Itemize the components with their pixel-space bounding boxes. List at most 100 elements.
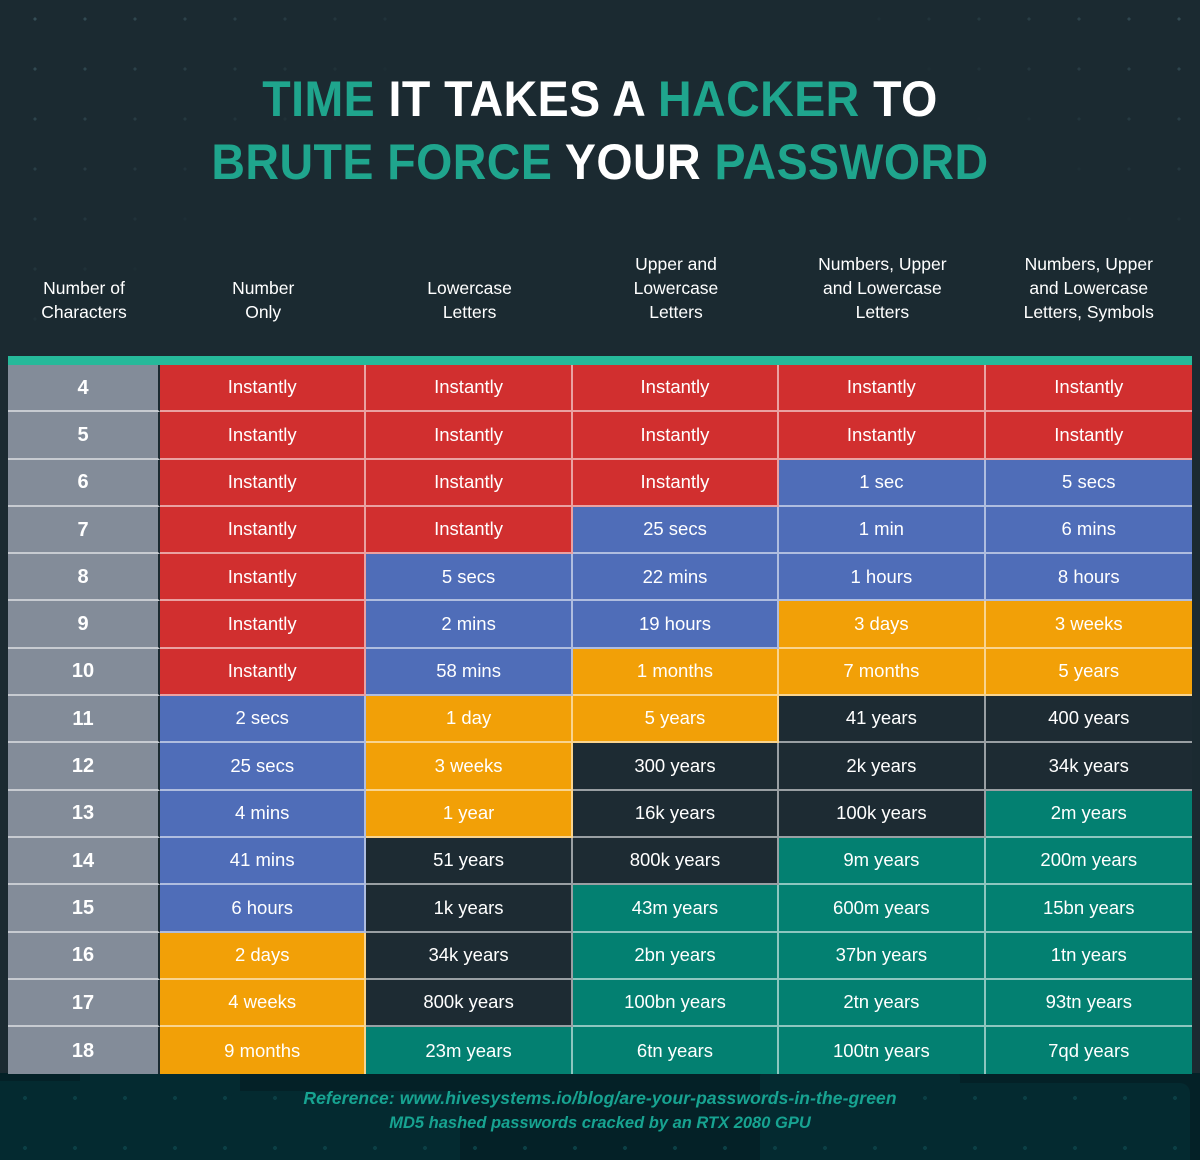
- character-count-cell: 7: [8, 506, 160, 555]
- crack-time-cell: 5 years: [572, 696, 780, 744]
- crack-time-cell: Instantly: [366, 459, 573, 507]
- table-header-row: Number of Characters Number Only Lowercase Le…: [8, 252, 1192, 324]
- table-row: 11 2 secs 1 day 5 years 41 years 400 years: [8, 696, 1192, 744]
- character-count-cell: 15: [8, 885, 160, 933]
- crack-time-cell: Instantly: [572, 365, 780, 413]
- infographic-root: TIME IT TAKES A HACKER TO BRUTE FORCE YO…: [0, 0, 1200, 1160]
- table-top-accent-bar: [8, 356, 1192, 365]
- crack-time-cell: 3 weeks: [366, 743, 573, 791]
- crack-time-cell: 5 secs: [985, 459, 1192, 507]
- crack-time-cell: 93tn years: [985, 979, 1192, 1028]
- title-word: YOUR: [564, 134, 715, 190]
- column-header-4: Numbers, Upper and Lowercase Letters: [779, 252, 985, 324]
- crack-time-cell: Instantly: [160, 554, 367, 602]
- crack-time-cell: 22 mins: [572, 554, 780, 602]
- table-row: 17 4 weeks 800k years 100bn years 2tn years 9…: [8, 979, 1192, 1028]
- column-header-line: Numbers, Upper: [818, 254, 947, 274]
- table-body: 4 Instantly Instantly Instantly Instantly Ins…: [8, 365, 1192, 1075]
- crack-time-cell: 3 days: [779, 601, 986, 649]
- table-row: 9 Instantly 2 mins 19 hours 3 days 3 weeks: [8, 601, 1192, 649]
- table-row: 18 9 months 23m years 6tn years 100tn years 7…: [8, 1027, 1192, 1075]
- crack-time-cell: 41 years: [779, 696, 986, 744]
- crack-time-cell: 800k years: [366, 979, 573, 1028]
- crack-time-cell: 2bn years: [572, 932, 780, 980]
- crack-time-cell: Instantly: [160, 459, 367, 507]
- crack-time-cell: 34k years: [985, 743, 1192, 791]
- crack-time-cell: 6 mins: [985, 506, 1192, 555]
- table-row: 15 6 hours 1k years 43m years 600m years 15bn…: [8, 885, 1192, 933]
- column-header-line: Number of: [43, 278, 125, 298]
- column-header-line: Letters: [855, 302, 910, 322]
- crack-time-cell: 23m years: [366, 1027, 573, 1075]
- crack-time-cell: Instantly: [779, 365, 986, 413]
- password-crack-time-table: 4 Instantly Instantly Instantly Instantly Ins…: [8, 356, 1192, 1075]
- crack-time-cell: 16k years: [572, 790, 780, 838]
- column-header-line: Characters: [41, 302, 127, 322]
- title-word: TO: [873, 71, 938, 127]
- column-header-line: and Lowercase: [823, 278, 942, 298]
- character-count-cell: 10: [8, 648, 160, 697]
- crack-time-cell: 1 year: [366, 790, 573, 838]
- crack-time-cell: Instantly: [366, 365, 573, 413]
- crack-time-cell: 25 secs: [160, 743, 367, 791]
- crack-time-cell: Instantly: [160, 506, 367, 555]
- character-count-cell: 11: [8, 696, 160, 744]
- character-count-cell: 16: [8, 932, 160, 980]
- column-header-5: Numbers, Upper and Lowercase Letters, Symb…: [986, 252, 1192, 324]
- crack-time-cell: 19 hours: [572, 601, 780, 649]
- crack-time-cell: Instantly: [985, 412, 1192, 460]
- crack-time-cell: Instantly: [572, 459, 780, 507]
- crack-time-cell: 9 months: [160, 1027, 367, 1075]
- crack-time-cell: 37bn years: [779, 932, 986, 980]
- column-header-line: Letters: [442, 302, 497, 322]
- column-header-line: Letters: [649, 302, 703, 322]
- title-word: HACKER: [658, 71, 874, 127]
- table-row: 8 Instantly 5 secs 22 mins 1 hours 8 hours: [8, 554, 1192, 602]
- character-count-cell: 5: [8, 412, 160, 460]
- crack-time-cell: 5 secs: [366, 554, 573, 602]
- crack-time-cell: 1 hours: [779, 554, 986, 602]
- crack-time-cell: 2tn years: [779, 979, 986, 1028]
- crack-time-cell: 7qd years: [985, 1027, 1192, 1075]
- footer-note: MD5 hashed passwords cracked by an RTX 2…: [389, 1114, 811, 1132]
- title-word: BRUTE FORCE: [211, 134, 565, 190]
- title-word: IT TAKES A: [388, 71, 659, 127]
- crack-time-cell: 2k years: [779, 743, 986, 791]
- footer-reference-link[interactable]: Reference: www.hivesystems.io/blog/are-y…: [0, 1085, 1200, 1111]
- crack-time-cell: Instantly: [160, 365, 367, 413]
- crack-time-cell: Instantly: [160, 648, 367, 697]
- crack-time-cell: Instantly: [160, 601, 367, 649]
- column-header-1: Number Only: [160, 276, 366, 324]
- character-count-cell: 8: [8, 554, 160, 602]
- crack-time-cell: 41 mins: [160, 837, 367, 886]
- crack-time-cell: 5 years: [985, 648, 1192, 697]
- crack-time-cell: 7 months: [779, 648, 986, 697]
- crack-time-cell: Instantly: [160, 412, 367, 460]
- crack-time-cell: 25 secs: [572, 506, 780, 555]
- column-header-line: Letters, Symbols: [1023, 302, 1154, 322]
- title-line-1: TIME IT TAKES A HACKER TO: [42, 68, 1158, 131]
- crack-time-cell: Instantly: [779, 412, 986, 460]
- crack-time-cell: 34k years: [366, 932, 573, 980]
- crack-time-cell: 51 years: [366, 837, 573, 886]
- column-header-3: Upper and Lowercase Letters: [573, 252, 779, 324]
- crack-time-cell: 4 weeks: [160, 979, 367, 1028]
- crack-time-cell: 1k years: [366, 885, 573, 933]
- crack-time-cell: 2m years: [985, 790, 1192, 838]
- footer: Reference: www.hivesystems.io/blog/are-y…: [0, 1085, 1200, 1135]
- crack-time-cell: 9m years: [779, 837, 986, 886]
- crack-time-cell: 100tn years: [779, 1027, 986, 1075]
- character-count-cell: 17: [8, 979, 160, 1028]
- character-count-cell: 18: [8, 1027, 160, 1075]
- column-header-line: Lowercase: [427, 278, 512, 298]
- table-row: 10 Instantly 58 mins 1 months 7 months 5 year…: [8, 648, 1192, 697]
- character-count-cell: 13: [8, 790, 160, 838]
- crack-time-cell: 4 mins: [160, 790, 367, 838]
- column-header-line: Number: [232, 278, 295, 298]
- character-count-cell: 6: [8, 459, 160, 507]
- crack-time-cell: 2 days: [160, 932, 367, 980]
- crack-time-cell: 8 hours: [985, 554, 1192, 602]
- column-header-line: Upper and: [635, 254, 717, 274]
- crack-time-cell: 100bn years: [572, 979, 780, 1028]
- table-row: 16 2 days 34k years 2bn years 37bn years 1tn …: [8, 932, 1192, 980]
